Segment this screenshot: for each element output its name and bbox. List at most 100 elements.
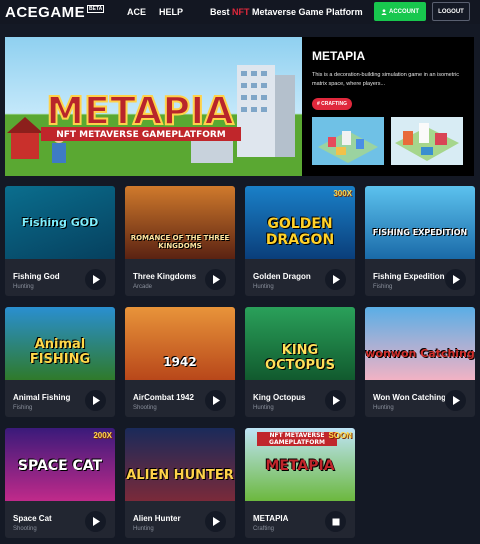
game-thumbnail[interactable]: FISHING EXPEDITION — [365, 186, 475, 259]
art-title: SPACE CAT — [17, 458, 103, 474]
play-icon — [92, 396, 100, 405]
art-title: GOLDEN DRAGON — [265, 216, 335, 248]
metapia-banner-art: METAPIA NFT METAVERSE GAMEPLATFORM — [5, 65, 302, 176]
play-icon — [212, 275, 220, 284]
game-thumbnail[interactable]: ALIEN HUNTER — [125, 428, 235, 501]
game-genre: Hunting — [13, 284, 34, 290]
game-genre: Fishing — [13, 405, 33, 411]
tagline-post: Metaverse Game Platform — [249, 7, 363, 17]
play-button[interactable] — [325, 511, 346, 532]
play-button[interactable] — [205, 511, 226, 532]
featured-description: This is a decoration-building simulation… — [312, 72, 460, 87]
crafting-tag[interactable]: # CRAFTING — [312, 98, 352, 110]
multiplier-badge: 200X — [93, 431, 112, 440]
game-thumbnail[interactable]: KING OCTOPUS — [245, 307, 355, 380]
logout-button[interactable]: LOGOUT — [432, 2, 470, 21]
play-icon — [452, 396, 460, 405]
art-title: Fishing GOD — [21, 216, 99, 229]
game-thumbnail[interactable]: Animal FISHING — [5, 307, 115, 380]
banner-subtitle: NFT METAVERSE GAMEPLATFORM — [56, 130, 226, 140]
game-card[interactable]: 1942 AirCombat 1942 Shooting — [125, 307, 235, 417]
game-thumbnail[interactable]: NFT METAVERSE GAMEPLATFORM METAPIA SOON — [245, 428, 355, 501]
featured-game-panel: METAPIA NFT METAVERSE GAMEPLATFORM METAP… — [5, 37, 474, 176]
art-title: FISHING EXPEDITION — [372, 228, 468, 237]
tagline-nft: NFT — [232, 7, 250, 17]
art-title: Animal FISHING — [29, 337, 91, 367]
game-name: Animal Fishing — [13, 393, 71, 402]
game-genre: Shooting — [13, 526, 37, 532]
account-button[interactable]: ACCOUNT — [374, 2, 426, 21]
play-button[interactable] — [85, 269, 106, 290]
art-title: 1942 — [163, 355, 197, 369]
game-genre: Hunting — [133, 526, 154, 532]
game-name: Fishing God — [13, 272, 60, 281]
tagline: Best NFT Metaverse Game Platform — [210, 7, 363, 17]
play-icon — [452, 275, 460, 284]
city-map-image — [391, 117, 463, 165]
art-top-label: NFT METAVERSE GAMEPLATFORM — [257, 432, 337, 446]
game-name: AirCombat 1942 — [133, 393, 194, 402]
game-genre: Hunting — [253, 284, 274, 290]
game-card[interactable]: NFT METAVERSE GAMEPLATFORM METAPIA SOON … — [245, 428, 355, 538]
art-title: ALIEN HUNTER — [126, 468, 234, 483]
game-name: Fishing Expedition — [373, 272, 445, 281]
game-thumbnail[interactable]: SPACE CAT 200X — [5, 428, 115, 501]
game-thumbnail[interactable]: 1942 — [125, 307, 235, 380]
game-genre: Hunting — [373, 405, 394, 411]
art-title: wonwon Catching — [365, 347, 475, 360]
game-genre: Fishing — [373, 284, 393, 290]
play-icon — [212, 517, 220, 526]
art-title: KING OCTOPUS — [265, 343, 335, 373]
game-thumbnail[interactable]: wonwon Catching — [365, 307, 475, 380]
game-card[interactable]: ROMANCE OF THE THREE KINGDOMS Three King… — [125, 186, 235, 296]
play-button[interactable] — [325, 390, 346, 411]
game-card[interactable]: SPACE CAT 200X Space Cat Shooting — [5, 428, 115, 538]
game-thumbnail[interactable]: Fishing GOD — [5, 186, 115, 259]
game-card[interactable]: FISHING EXPEDITION Fishing Expedition Fi… — [365, 186, 475, 296]
play-button[interactable] — [445, 269, 466, 290]
nav-help-link[interactable]: HELP — [159, 7, 183, 17]
tagline-pre: Best — [210, 7, 233, 17]
banner-title: METAPIA — [46, 89, 234, 133]
user-icon — [381, 8, 387, 15]
game-name: Golden Dragon — [253, 272, 311, 281]
featured-title: METAPIA — [312, 49, 366, 63]
game-thumbnail[interactable]: GOLDEN DRAGON 300X — [245, 186, 355, 259]
game-card[interactable]: Animal FISHING Animal Fishing Fishing — [5, 307, 115, 417]
featured-screenshot-2[interactable] — [391, 117, 463, 165]
play-icon — [212, 396, 220, 405]
game-name: Alien Hunter — [133, 514, 181, 523]
play-button[interactable] — [85, 511, 106, 532]
game-genre: Arcade — [133, 284, 153, 290]
game-card[interactable]: KING OCTOPUS King Octopus Hunting — [245, 307, 355, 417]
play-button[interactable] — [445, 390, 466, 411]
play-button[interactable] — [85, 390, 106, 411]
city-map-image — [312, 117, 384, 165]
acegame-logo[interactable]: ACEGAME — [5, 4, 85, 21]
featured-banner[interactable]: METAPIA NFT METAVERSE GAMEPLATFORM — [5, 37, 302, 176]
game-name: METAPIA — [253, 514, 289, 523]
game-card[interactable]: ALIEN HUNTER Alien Hunter Hunting — [125, 428, 235, 538]
art-title: METAPIA — [265, 458, 335, 474]
nav-ace-link[interactable]: ACE — [127, 7, 146, 17]
game-card[interactable]: GOLDEN DRAGON 300X Golden Dragon Hunting — [245, 186, 355, 296]
art-title: ROMANCE OF THE THREE KINGDOMS — [130, 234, 230, 250]
play-icon — [92, 275, 100, 284]
multiplier-badge: SOON — [328, 431, 352, 440]
game-card[interactable]: Fishing GOD Fishing God Hunting — [5, 186, 115, 296]
top-bar: ACEGAME BETA ACE HELP Best NFT Metaverse… — [0, 0, 480, 24]
play-icon — [332, 396, 340, 405]
play-button[interactable] — [205, 269, 226, 290]
game-genre: Shooting — [133, 405, 157, 411]
play-button[interactable] — [325, 269, 346, 290]
account-label: ACCOUNT — [389, 8, 419, 15]
featured-screenshot-1[interactable] — [312, 117, 384, 165]
game-genre: Crafting — [253, 526, 275, 532]
stop-icon — [332, 518, 339, 525]
game-name: Space Cat — [13, 514, 52, 523]
game-name: King Octopus — [253, 393, 306, 402]
play-button[interactable] — [205, 390, 226, 411]
beta-badge: BETA — [87, 5, 105, 13]
game-card[interactable]: wonwon Catching Won Won Catching Hunting — [365, 307, 475, 417]
game-thumbnail[interactable]: ROMANCE OF THE THREE KINGDOMS — [125, 186, 235, 259]
